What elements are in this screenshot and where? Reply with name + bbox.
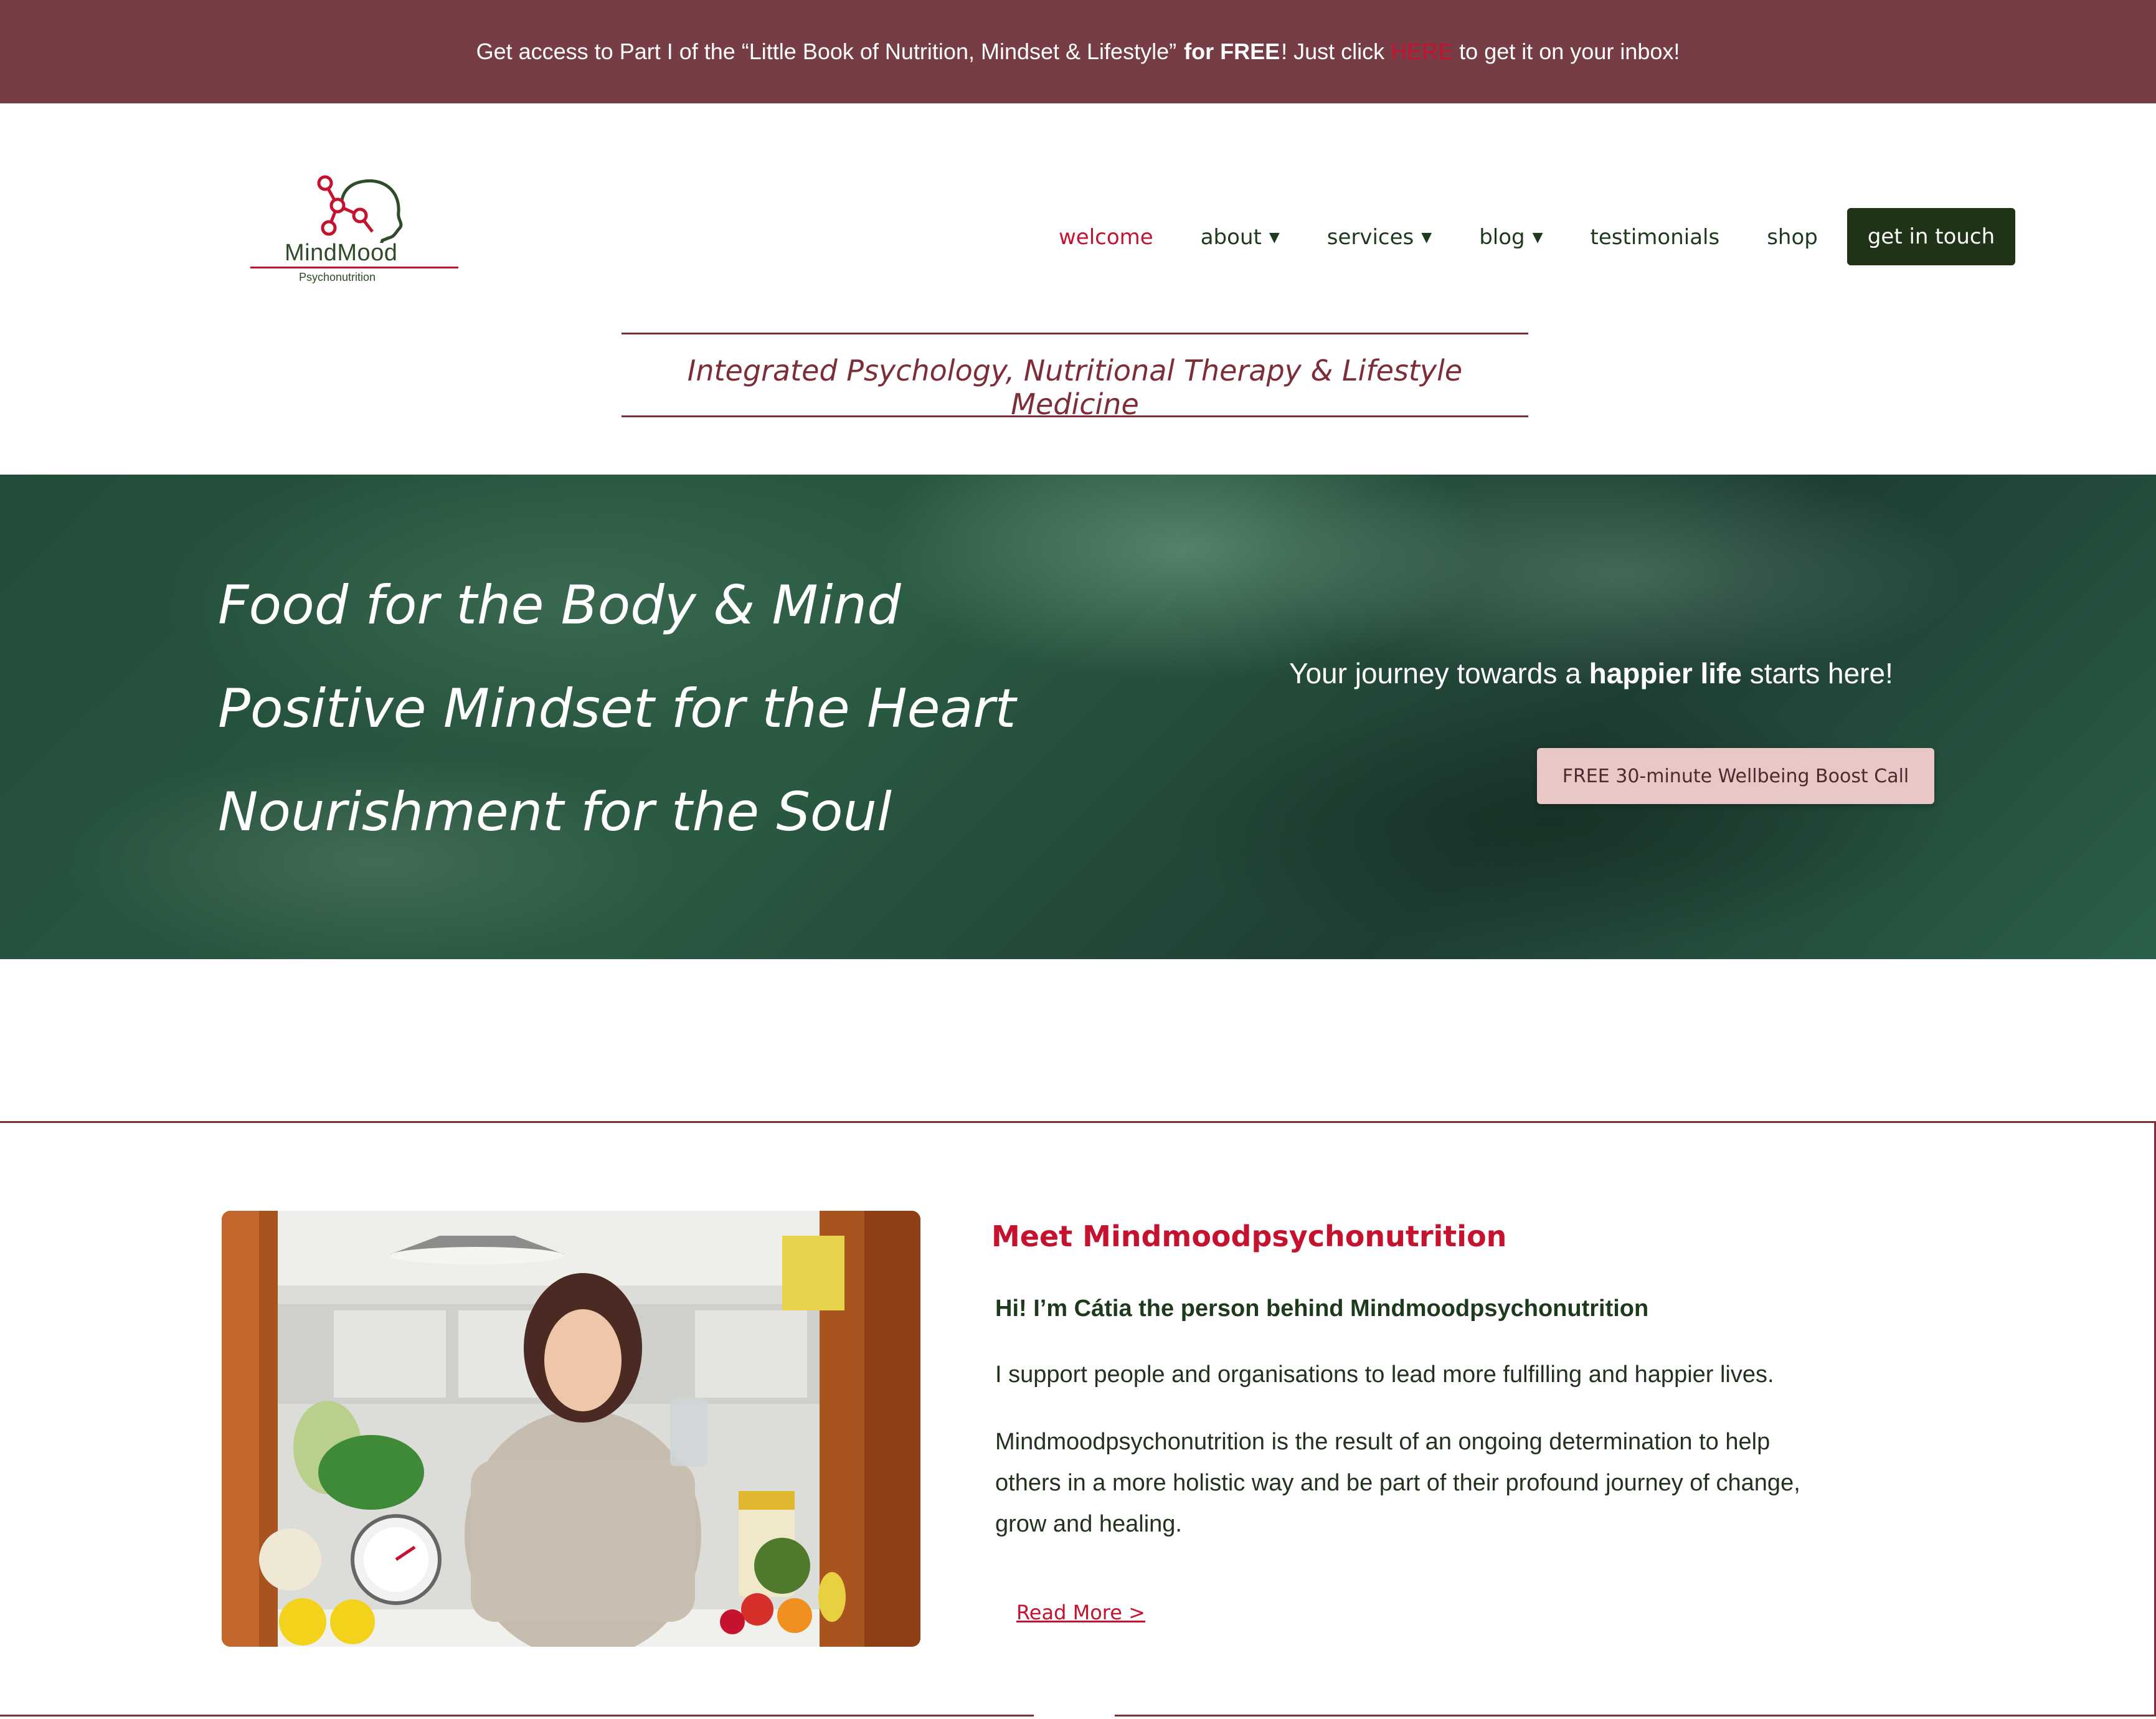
announcement-here-link[interactable]: HERE: [1391, 39, 1453, 65]
main-nav: welcome about ▼ services ▼ blog ▼ testim…: [1059, 208, 1865, 267]
announcement-post: to get it on your inbox!: [1459, 39, 1680, 64]
nav-item-shop[interactable]: shop: [1767, 225, 1818, 250]
nav-item-blog[interactable]: blog ▼: [1479, 225, 1543, 250]
nav-item-about[interactable]: about ▼: [1201, 225, 1280, 250]
hero-sub-bold: happier life: [1589, 657, 1742, 689]
photo-illustration: [222, 1211, 920, 1647]
hero-line-1: Food for the Body & Mind: [218, 574, 901, 637]
nav-label: testimonials: [1590, 225, 1720, 250]
logo-underline: [250, 267, 458, 268]
about-title: Meet Mindmoodpsychonutrition: [991, 1219, 1507, 1253]
nav-label: about: [1200, 225, 1262, 250]
announcement-bar: Get access to Part I of the “Little Book…: [0, 0, 2156, 103]
read-more-link[interactable]: Read More >: [1016, 1601, 1145, 1624]
hero-banner: Food for the Body & Mind Positive Mindse…: [0, 475, 2156, 959]
hero-subtitle: Your journey towards a happier life star…: [1289, 656, 1893, 690]
about-paragraph-1: I support people and organisations to le…: [995, 1361, 1774, 1388]
chevron-down-icon: ▼: [1269, 229, 1280, 245]
nav-item-services[interactable]: services ▼: [1327, 225, 1432, 250]
nav-item-welcome[interactable]: welcome: [1059, 225, 1153, 250]
nav-label: welcome: [1059, 225, 1153, 250]
chevron-down-icon: ▼: [1532, 229, 1543, 245]
nav-label: blog: [1479, 225, 1525, 250]
tagline-block: Integrated Psychology, Nutritional Thera…: [622, 333, 1528, 421]
tagline-text: Integrated Psychology, Nutritional Thera…: [687, 354, 1463, 421]
tagline-top-rule: [622, 333, 1528, 334]
catia-kitchen-photo: [222, 1211, 920, 1647]
hero-sub-pre: Your journey towards a: [1289, 657, 1589, 689]
hero-line-3: Nourishment for the Soul: [218, 781, 892, 843]
site-logo[interactable]: MindMood Psychonutrition: [250, 174, 458, 286]
section-divider-notch: [1034, 1700, 1115, 1719]
logo-tagline: Psychonutrition: [299, 271, 376, 283]
head-network-icon: [317, 175, 403, 243]
about-paragraph-2: Mindmoodpsychonutrition is the result of…: [995, 1429, 1800, 1537]
nav-item-testimonials[interactable]: testimonials: [1591, 225, 1720, 250]
hero-line-2: Positive Mindset for the Heart: [218, 678, 1016, 740]
get-in-touch-button[interactable]: get in touch: [1847, 208, 2015, 265]
nav-label: services: [1326, 225, 1414, 250]
about-intro: Hi! I’m Cátia the person behind Mindmood…: [995, 1295, 1649, 1322]
nav-label: shop: [1767, 225, 1818, 250]
chevron-down-icon: ▼: [1421, 229, 1432, 245]
tagline-bottom-rule: [622, 415, 1528, 417]
announcement-text: Get access to Part I of the “Little Book…: [476, 39, 1183, 64]
announcement-mid: ! Just click: [1281, 39, 1385, 64]
hero-sub-post: starts here!: [1741, 657, 1893, 689]
logo-brand-text: MindMood: [285, 240, 398, 266]
wellbeing-call-button[interactable]: FREE 30-minute Wellbeing Boost Call: [1537, 748, 1934, 804]
announcement-free: for FREE: [1184, 39, 1280, 64]
